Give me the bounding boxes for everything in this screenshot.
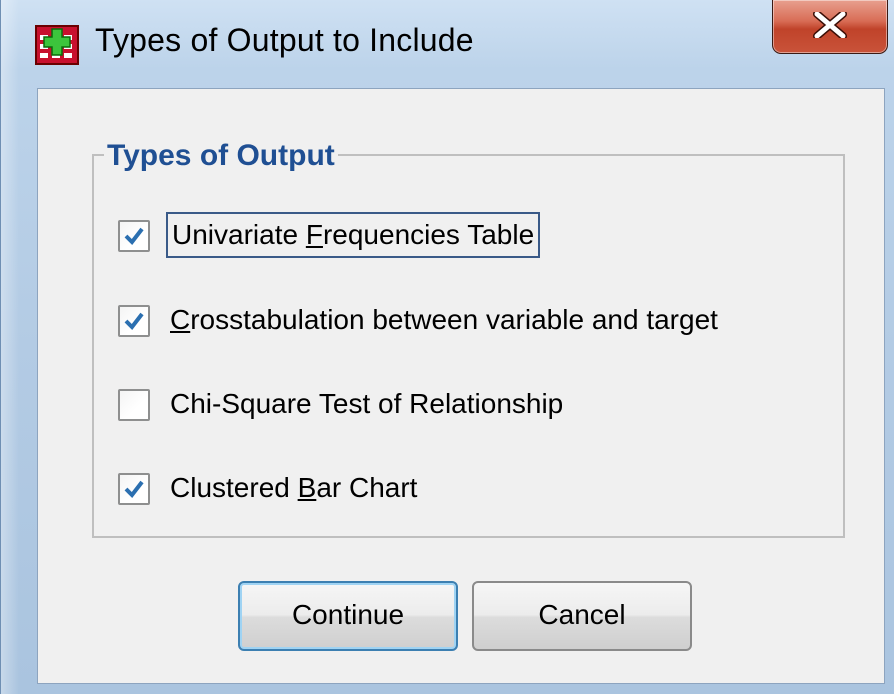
window-title: Types of Output to Include bbox=[95, 22, 474, 58]
dialog-window: Types of Output to Include Types of Outp… bbox=[0, 0, 894, 694]
close-button[interactable] bbox=[772, 0, 888, 54]
close-icon bbox=[813, 12, 847, 38]
clustered-bar-chart-checkbox[interactable] bbox=[118, 473, 150, 505]
checkmark-icon bbox=[124, 227, 144, 246]
title-bar[interactable]: Types of Output to Include bbox=[1, 0, 894, 88]
cancel-button[interactable]: Cancel bbox=[472, 581, 692, 651]
option-label: Crosstabulation between variable and tar… bbox=[170, 304, 718, 335]
dialog-client-area: Types of Output Univariate Frequencies T… bbox=[37, 88, 885, 684]
option-label: Chi-Square Test of Relationship bbox=[170, 388, 564, 419]
continue-button[interactable]: Continue bbox=[238, 581, 458, 651]
option-label: Clustered Bar Chart bbox=[170, 472, 418, 503]
checkmark-icon bbox=[124, 312, 144, 331]
checkmark-icon bbox=[124, 480, 144, 499]
crosstabulation-checkbox[interactable] bbox=[118, 305, 150, 337]
group-title: Types of Output bbox=[104, 141, 338, 171]
chi-square-checkbox[interactable] bbox=[118, 389, 150, 421]
spss-grid-plus-icon bbox=[35, 25, 79, 65]
option-label: Univariate Frequencies Table bbox=[166, 212, 541, 258]
univariate-frequencies-checkbox[interactable] bbox=[118, 220, 150, 252]
